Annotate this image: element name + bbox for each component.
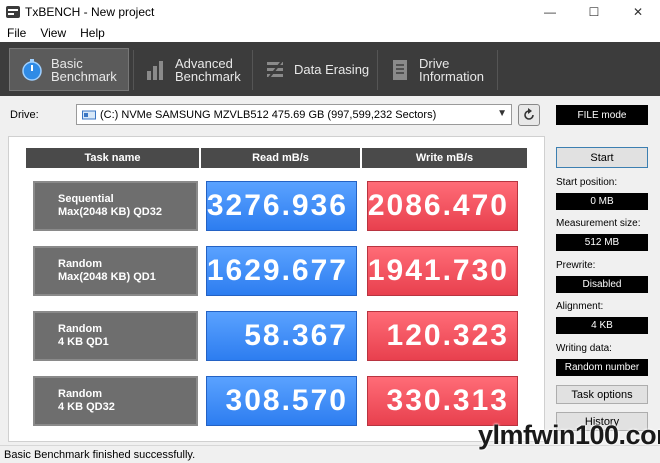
chevron-down-icon: ▼	[497, 108, 507, 119]
task-random-max-button[interactable]: Random Max(2048 KB) QD1	[33, 246, 198, 296]
prewrite-label: Prewrite:	[556, 260, 596, 271]
read-value-random-max: 1629.677	[206, 246, 357, 296]
start-position-value[interactable]: 0 MB	[556, 193, 648, 210]
header-write: Write mB/s	[362, 148, 527, 168]
alignment-label: Alignment:	[556, 301, 604, 312]
write-value-seq: 2086.470	[367, 181, 518, 231]
mode-toolbar: Basic Benchmark Advanced Benchmark Data …	[0, 42, 660, 96]
status-text: Basic Benchmark finished successfully.	[4, 448, 196, 461]
eraser-icon	[263, 58, 287, 82]
read-value-seq: 3276.936	[206, 181, 357, 231]
menu-help[interactable]: Help	[73, 26, 112, 40]
writing-data-label: Writing data:	[556, 343, 612, 354]
menu-file[interactable]: File	[0, 26, 33, 40]
measurement-size-label: Measurement size:	[556, 218, 641, 229]
read-value-4k-qd1: 58.367	[206, 311, 357, 361]
file-mode-indicator: FILE mode	[556, 105, 648, 125]
app-icon	[6, 6, 20, 18]
advanced-benchmark-label: Advanced Benchmark	[175, 55, 241, 84]
drive-information-label: Drive Information	[419, 55, 485, 84]
title-bar: TxBENCH - New project — ☐ ✕	[0, 0, 660, 24]
prewrite-value[interactable]: Disabled	[556, 276, 648, 293]
data-erasing-label: Data Erasing	[294, 62, 370, 77]
task-options-button[interactable]: Task options	[556, 385, 648, 404]
drive-icon	[82, 110, 96, 119]
drive-select[interactable]: (C:) NVMe SAMSUNG MZVLB512 475.69 GB (99…	[76, 104, 512, 125]
maximize-button[interactable]: ☐	[572, 0, 616, 24]
task-random-4k-qd32-button[interactable]: Random 4 KB QD32	[33, 376, 198, 426]
task-random-4k-qd1-button[interactable]: Random 4 KB QD1	[33, 311, 198, 361]
drive-select-value: (C:) NVMe SAMSUNG MZVLB512 475.69 GB (99…	[100, 108, 437, 121]
watermark: ylmfwin100.com	[478, 420, 660, 450]
read-value-4k-qd32: 308.570	[206, 376, 357, 426]
bar-chart-icon	[144, 58, 168, 82]
stopwatch-icon	[20, 58, 44, 82]
minimize-button[interactable]: —	[528, 0, 572, 24]
measurement-size-value[interactable]: 512 MB	[556, 234, 648, 251]
advanced-benchmark-tab[interactable]: Advanced Benchmark	[134, 48, 249, 91]
refresh-button[interactable]	[518, 104, 540, 126]
write-value-random-max: 1941.730	[367, 246, 518, 296]
document-icon	[388, 58, 412, 82]
data-erasing-tab[interactable]: Data Erasing	[253, 48, 373, 91]
alignment-value[interactable]: 4 KB	[556, 317, 648, 334]
start-button[interactable]: Start	[556, 147, 648, 168]
task-seq-button[interactable]: Sequential Max(2048 KB) QD32	[33, 181, 198, 231]
start-position-label: Start position:	[556, 177, 618, 188]
close-button[interactable]: ✕	[616, 0, 660, 24]
basic-benchmark-label: Basic Benchmark	[51, 55, 117, 84]
write-value-4k-qd1: 120.323	[367, 311, 518, 361]
drive-label: Drive:	[10, 109, 39, 121]
refresh-icon	[524, 108, 534, 120]
header-read: Read mB/s	[201, 148, 360, 168]
writing-data-value[interactable]: Random number	[556, 359, 648, 376]
write-value-4k-qd32: 330.313	[367, 376, 518, 426]
window-title: TxBENCH - New project	[25, 5, 155, 19]
menu-view[interactable]: View	[33, 26, 73, 40]
header-task-name: Task name	[26, 148, 199, 168]
menu-bar: File View Help	[0, 24, 660, 42]
drive-information-tab[interactable]: Drive Information	[378, 48, 493, 91]
basic-benchmark-tab[interactable]: Basic Benchmark	[9, 48, 129, 91]
results-panel: Task name Read mB/s Write mB/s Sequentia…	[8, 136, 545, 442]
